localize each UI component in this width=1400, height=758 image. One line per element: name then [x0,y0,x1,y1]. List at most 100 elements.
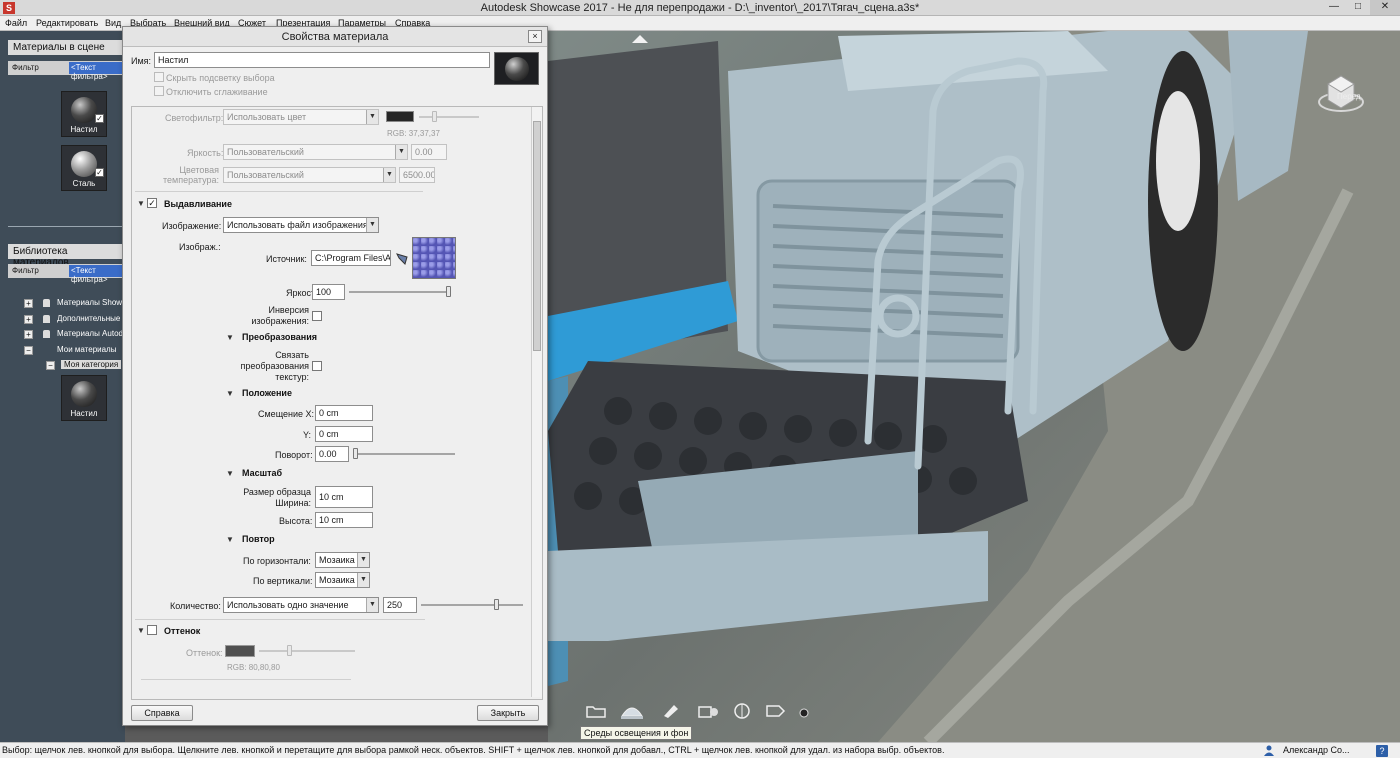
tree-item[interactable]: + Дополнительные [24,313,125,326]
source-field[interactable]: C:\Program Files\A [311,250,391,266]
camera-icon[interactable] [696,702,720,720]
quantity-slider[interactable] [421,604,523,606]
light-icon[interactable] [658,702,682,720]
offset-x-field[interactable]: 0 cm [315,405,373,421]
source-label: Источник: [266,254,307,264]
brightness-select[interactable]: Пользовательский ▼ [223,144,408,160]
collapse-triangle-icon[interactable]: ▼ [137,626,145,635]
slider-handle[interactable] [432,111,437,122]
bump-checkbox[interactable]: ✓ [147,198,157,208]
name-field[interactable]: Настил [154,52,490,68]
tint-swatch[interactable] [225,645,255,657]
repeat-horizontal-label: По горизонтали: [243,556,311,566]
quantity-field[interactable]: 250 [383,597,417,613]
3d-viewport[interactable] [548,31,1400,742]
material-sphere-icon [505,57,529,81]
rotation-slider[interactable] [353,453,455,455]
collapse-triangle-icon[interactable]: ▼ [226,469,234,478]
user-name-dropdown[interactable]: Александр Со... [1283,745,1350,755]
scale-section-title: Масштаб [242,468,283,478]
scene-material-label: Настил [70,125,98,134]
hide-highlight-checkbox[interactable] [154,72,164,82]
repeat-horizontal-select[interactable]: Мозаика ▼ [315,552,370,568]
scene-material-thumb[interactable]: ✓ Настил [61,91,107,137]
collapse-triangle-icon[interactable]: ▼ [226,389,234,398]
properties-scrollbar[interactable] [531,107,542,697]
rotation-label: Поворот: [275,450,313,460]
disable-antialias-checkbox[interactable] [154,86,164,96]
close-window-button[interactable]: ✕ [1370,0,1400,15]
tint-checkbox[interactable] [147,625,157,635]
tint-label: Оттенок: [186,648,223,658]
chevron-down-icon: ▼ [357,573,369,587]
tree-item[interactable]: − Моя категория [46,359,125,372]
settings-icon[interactable] [797,706,811,720]
brightness-number[interactable]: 0.00 [411,144,447,160]
offset-y-field[interactable]: 0 cm [315,426,373,442]
sample-width-field[interactable]: 10 cm [315,486,373,508]
minimize-button[interactable]: — [1322,0,1346,15]
bump-brightness-field[interactable]: 100 [312,284,345,300]
rotation-field[interactable]: 0.00 [315,446,349,462]
dialog-close-button[interactable]: × [528,30,542,43]
menu-view[interactable]: Вид [105,18,121,28]
slider-handle[interactable] [493,599,499,610]
collapse-triangle-icon[interactable]: ▼ [137,199,145,208]
link-transform-checkbox[interactable] [312,361,322,371]
menu-file[interactable]: Файл [5,18,27,28]
bump-image-select[interactable]: Использовать файл изображения ▼ [223,217,379,233]
tint-slider[interactable] [259,650,355,652]
color-temp-number[interactable]: 6500.00 [399,167,435,183]
hide-highlight-label: Скрыть подсветку выбора [166,73,275,83]
tree-item[interactable]: − Мои материалы [24,344,125,357]
chevron-down-icon: ▼ [357,553,369,567]
color-filter-slider[interactable] [419,116,479,118]
collapse-triangle-icon[interactable]: ▼ [226,333,234,342]
environment-icon[interactable] [620,702,644,720]
bump-texture-preview[interactable] [412,237,456,279]
library-material-label: Настил [70,409,98,418]
library-filter-input[interactable]: <Текст фильтра> [69,265,125,284]
library-material-thumb[interactable]: Настил [61,375,107,421]
color-temp-select[interactable]: Пользовательский ▼ [223,167,396,183]
sample-width-label: Размер образца Ширина: [243,487,311,508]
viewport-scene [548,31,1400,742]
material-check[interactable]: ✓ [95,114,104,123]
material-properties-dialog: Свойства материала × Имя: Настил Скрыть … [122,26,548,726]
menu-edit[interactable]: Редактировать [36,18,98,28]
maximize-button[interactable]: □ [1346,0,1370,15]
repeat-section-title: Повтор [242,534,275,544]
tree-item[interactable]: + Материалы Autodesk [24,328,125,341]
bump-brightness-slider[interactable] [349,291,451,293]
color-filter-select[interactable]: Использовать цвет ▼ [223,109,379,125]
tag-icon[interactable] [764,702,788,720]
help-button[interactable]: Справка [131,705,193,721]
sample-height-field[interactable]: 10 cm [315,512,373,528]
section-divider [135,191,423,192]
bump-image-sub-label: Изображ.: [179,242,221,252]
browse-folder-icon[interactable] [396,251,410,265]
scrollbar-thumb[interactable] [533,121,541,351]
tree-item[interactable]: + Материалы Showcase [24,297,125,310]
status-text: Выбор: щелчок лев. кнопкой для выбора. Щ… [2,745,945,755]
quantity-select[interactable]: Использовать одно значение ▼ [223,597,379,613]
color-swatch[interactable] [386,111,414,122]
scene-filter-input[interactable]: <Текст фильтра> [69,62,125,81]
close-button[interactable]: Закрыть [477,705,539,721]
library-filter: Фильтр <Текст фильтра> [8,264,125,284]
invert-checkbox[interactable] [312,311,322,321]
slider-handle[interactable] [287,645,292,656]
bump-section-title: Выдавливание [164,199,232,209]
collapse-triangle-icon[interactable]: ▼ [226,535,234,544]
repeat-vertical-select[interactable]: Мозаика ▼ [315,572,370,588]
help-icon[interactable]: ? [1376,745,1388,757]
tree-item-label: Моя категория [61,360,122,369]
slider-handle[interactable] [353,448,358,459]
material-check[interactable]: ✓ [95,168,104,177]
slider-handle[interactable] [446,286,451,297]
material-sphere-icon [71,97,97,123]
sphere-icon[interactable] [730,702,754,720]
scene-material-thumb[interactable]: ✓ Сталь [61,145,107,191]
scene-filter: Фильтр <Текст фильтра> [8,61,125,81]
folder-icon[interactable] [584,702,608,720]
